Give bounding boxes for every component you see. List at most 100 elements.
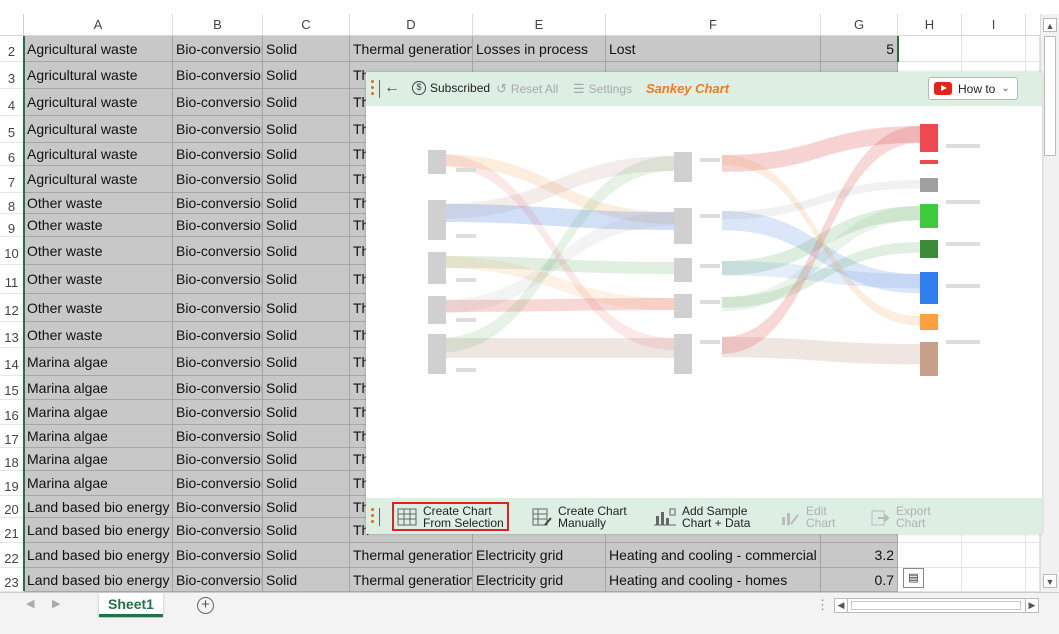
column-header-c[interactable]: C bbox=[263, 14, 350, 36]
row-header[interactable]: 18 bbox=[0, 448, 24, 471]
row-header[interactable]: 7 bbox=[0, 166, 24, 193]
horizontal-scrollbar[interactable]: ◀ ▶ bbox=[834, 598, 1039, 613]
row-header[interactable]: 17 bbox=[0, 425, 24, 448]
row-header[interactable]: 14 bbox=[0, 348, 24, 376]
create-from-selection-button[interactable]: Create Chart From Selection bbox=[392, 502, 509, 531]
cell-a[interactable]: Marina algae bbox=[24, 348, 173, 376]
cell-c[interactable]: Solid bbox=[263, 237, 350, 265]
next-sheet-icon[interactable]: ▶ bbox=[52, 597, 60, 610]
cell-a[interactable]: Land based bio energy bbox=[24, 543, 173, 568]
cell-b[interactable]: Bio-conversion bbox=[173, 322, 263, 348]
edit-chart-button[interactable]: Edit Chart bbox=[780, 502, 835, 531]
cell-a[interactable]: Land based bio energy bbox=[24, 518, 173, 543]
cell-e[interactable]: Losses in process bbox=[473, 36, 606, 62]
cell-b[interactable]: Bio-conversion bbox=[173, 265, 263, 294]
subscribed-button[interactable]: $ Subscribed bbox=[412, 81, 490, 95]
cell-c[interactable]: Solid bbox=[263, 543, 350, 568]
cell-a[interactable]: Other waste bbox=[24, 294, 173, 322]
cell-j[interactable] bbox=[1026, 543, 1040, 568]
cell-c[interactable]: Solid bbox=[263, 348, 350, 376]
row-header[interactable]: 11 bbox=[0, 265, 24, 294]
cell-b[interactable]: Bio-conversion bbox=[173, 116, 263, 143]
select-all-corner[interactable] bbox=[0, 14, 24, 36]
column-header-b[interactable]: B bbox=[173, 14, 263, 36]
cell-f[interactable]: Lost bbox=[606, 36, 821, 62]
cell-g[interactable]: 0.7 bbox=[821, 568, 898, 592]
cell-h[interactable] bbox=[898, 36, 962, 62]
scroll-left-icon[interactable]: ◀ bbox=[835, 599, 848, 612]
cell-c[interactable]: Solid bbox=[263, 166, 350, 193]
row-header[interactable]: 16 bbox=[0, 400, 24, 425]
cell-a[interactable]: Marina algae bbox=[24, 376, 173, 400]
cell-c[interactable]: Solid bbox=[263, 471, 350, 496]
row-header[interactable]: 21 bbox=[0, 518, 24, 543]
cell-a[interactable]: Marina algae bbox=[24, 471, 173, 496]
cell-a[interactable]: Marina algae bbox=[24, 400, 173, 425]
cell-b[interactable]: Bio-conversion bbox=[173, 237, 263, 265]
cell-c[interactable]: Solid bbox=[263, 568, 350, 592]
cell-b[interactable]: Bio-conversion bbox=[173, 214, 263, 237]
column-header-e[interactable]: E bbox=[473, 14, 606, 36]
column-header-d[interactable]: D bbox=[350, 14, 473, 36]
cell-g[interactable]: 5 bbox=[821, 36, 898, 62]
cell-b[interactable]: Bio-conversion bbox=[173, 62, 263, 89]
row-header[interactable]: 4 bbox=[0, 89, 24, 116]
row-header[interactable]: 15 bbox=[0, 376, 24, 400]
cell-f[interactable]: Heating and cooling - commercial bbox=[606, 543, 821, 568]
cell-d[interactable]: Thermal generation bbox=[350, 543, 473, 568]
cell-a[interactable]: Land based bio energy bbox=[24, 568, 173, 592]
quick-analysis-icon[interactable]: ▤ bbox=[903, 568, 924, 588]
cell-d[interactable]: Thermal generation bbox=[350, 36, 473, 62]
row-header[interactable]: 6 bbox=[0, 143, 24, 166]
row-header[interactable]: 2 bbox=[0, 36, 24, 62]
cell-a[interactable]: Agricultural waste bbox=[24, 166, 173, 193]
cell-h[interactable] bbox=[898, 543, 962, 568]
cell-a[interactable]: Agricultural waste bbox=[24, 143, 173, 166]
prev-sheet-icon[interactable]: ◀ bbox=[26, 597, 34, 610]
scroll-thumb[interactable] bbox=[1044, 36, 1056, 156]
cell-b[interactable]: Bio-conversion bbox=[173, 425, 263, 448]
column-header-f[interactable]: F bbox=[606, 14, 821, 36]
row-header[interactable]: 12 bbox=[0, 294, 24, 322]
column-header-i[interactable]: I bbox=[962, 14, 1026, 36]
cell-b[interactable]: Bio-conversion bbox=[173, 36, 263, 62]
cell-c[interactable]: Solid bbox=[263, 400, 350, 425]
cell-b[interactable]: Bio-conversion bbox=[173, 348, 263, 376]
cell-c[interactable]: Solid bbox=[263, 448, 350, 471]
cell-c[interactable]: Solid bbox=[263, 265, 350, 294]
settings-button[interactable]: ☰ Settings bbox=[573, 81, 632, 97]
cell-c[interactable]: Solid bbox=[263, 36, 350, 62]
cell-c[interactable]: Solid bbox=[263, 376, 350, 400]
sheet-tab-sheet1[interactable]: Sheet1 bbox=[99, 593, 163, 617]
cell-c[interactable]: Solid bbox=[263, 294, 350, 322]
cell-d[interactable]: Thermal generation bbox=[350, 568, 473, 592]
cell-c[interactable]: Solid bbox=[263, 322, 350, 348]
cell-b[interactable]: Bio-conversion bbox=[173, 376, 263, 400]
bottom-drag-handle-icon[interactable] bbox=[371, 508, 375, 524]
cell-b[interactable]: Bio-conversion bbox=[173, 143, 263, 166]
cell-j[interactable] bbox=[1026, 568, 1040, 592]
add-sheet-icon[interactable]: + bbox=[197, 597, 214, 614]
cell-c[interactable]: Solid bbox=[263, 89, 350, 116]
row-header[interactable]: 9 bbox=[0, 214, 24, 237]
cell-i[interactable] bbox=[962, 36, 1026, 62]
cell-b[interactable]: Bio-conversion bbox=[173, 89, 263, 116]
cell-f[interactable]: Heating and cooling - homes bbox=[606, 568, 821, 592]
tab-split-handle-icon[interactable]: ⋮ bbox=[816, 597, 829, 613]
row-header[interactable]: 22 bbox=[0, 543, 24, 568]
cell-a[interactable]: Agricultural waste bbox=[24, 116, 173, 143]
column-header-g[interactable]: G bbox=[821, 14, 898, 36]
cell-c[interactable]: Solid bbox=[263, 496, 350, 518]
cell-b[interactable]: Bio-conversion bbox=[173, 471, 263, 496]
row-header[interactable]: 23 bbox=[0, 568, 24, 592]
cell-a[interactable]: Marina algae bbox=[24, 425, 173, 448]
row-header[interactable]: 19 bbox=[0, 471, 24, 496]
cell-a[interactable]: Other waste bbox=[24, 237, 173, 265]
horizontal-scroll-thumb[interactable] bbox=[851, 601, 1021, 610]
cell-j[interactable] bbox=[1026, 36, 1040, 62]
add-sample-button[interactable]: Add Sample Chart + Data bbox=[654, 502, 750, 531]
cell-e[interactable]: Electricity grid bbox=[473, 543, 606, 568]
scroll-down-icon[interactable]: ▼ bbox=[1043, 574, 1057, 588]
cell-b[interactable]: Bio-conversion bbox=[173, 518, 263, 543]
row-header[interactable]: 5 bbox=[0, 116, 24, 143]
